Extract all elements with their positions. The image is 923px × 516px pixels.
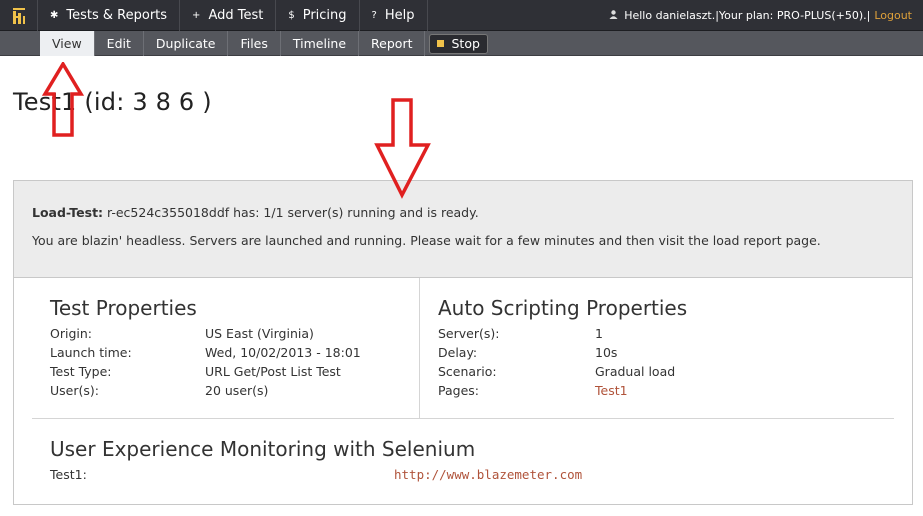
annotation-arrow-up-icon	[42, 62, 84, 137]
uem-title: User Experience Monitoring with Selenium	[50, 437, 476, 461]
property-key: User(s):	[50, 383, 99, 398]
tab-duplicate[interactable]: Duplicate	[144, 31, 229, 56]
page-link[interactable]: Test1	[595, 383, 628, 402]
nav-tests-reports[interactable]: ✱ Tests & Reports	[38, 0, 181, 31]
blazemeter-logo-icon[interactable]	[0, 0, 38, 31]
list-item: Origin: US East (Virginia)	[50, 326, 361, 345]
list-item: Launch time: Wed, 10/02/2013 - 18:01	[50, 345, 361, 364]
nav-tests-reports-label: Tests & Reports	[66, 8, 168, 23]
status-box: Load-Test: r-ec524c355018ddf has: 1/1 se…	[14, 181, 912, 278]
property-key: Delay:	[438, 345, 478, 360]
list-item: Delay: 10s	[438, 345, 675, 364]
tab-files[interactable]: Files	[228, 31, 281, 56]
user-plan: |Your plan: PRO-PLUS(+50).|	[715, 9, 871, 22]
auto-scripting-title: Auto Scripting Properties	[438, 296, 688, 320]
list-item: Server(s): 1	[438, 326, 675, 345]
tab-report[interactable]: Report	[359, 31, 426, 56]
main-nav: ✱ Tests & Reports + Add Test $ Pricing ?…	[38, 0, 428, 31]
status-line-1: Load-Test: r-ec524c355018ddf has: 1/1 se…	[32, 205, 479, 220]
stop-label: Stop	[451, 36, 480, 51]
tab-edit[interactable]: Edit	[95, 31, 144, 56]
annotation-arrow-down-icon	[374, 98, 431, 199]
nav-pricing[interactable]: $ Pricing	[276, 0, 360, 31]
stop-wrap: Stop	[425, 31, 488, 56]
uem-label: Test1:	[50, 467, 87, 482]
home-icon: ✱	[50, 10, 59, 21]
test-properties-title: Test Properties	[50, 296, 197, 320]
section-divider	[32, 418, 894, 419]
test-actions-nav: View Edit Duplicate Files Timeline Repor…	[40, 31, 488, 56]
list-item: Pages: Test1	[438, 383, 675, 402]
property-key: Origin:	[50, 326, 92, 341]
top-navbar: ✱ Tests & Reports + Add Test $ Pricing ?…	[0, 0, 923, 31]
user-area: Hello danielaszt. |Your plan: PRO-PLUS(+…	[609, 0, 912, 31]
list-item: User(s): 20 user(s)	[50, 383, 361, 402]
property-key: Test Type:	[50, 364, 112, 379]
list-item: Scenario: Gradual load	[438, 364, 675, 383]
dollar-icon: $	[288, 10, 295, 21]
stop-icon	[437, 40, 445, 47]
user-greeting[interactable]: Hello danielaszt.	[624, 9, 715, 22]
logout-link[interactable]: Logout	[874, 9, 912, 22]
nav-pricing-label: Pricing	[302, 8, 347, 23]
auto-scripting-section: Auto Scripting Properties Server(s): 1 D…	[420, 278, 894, 418]
property-value: Gradual load	[595, 364, 676, 379]
property-key: Scenario:	[438, 364, 497, 379]
tab-timeline[interactable]: Timeline	[281, 31, 360, 56]
nav-help[interactable]: ? Help	[360, 0, 428, 31]
status-label: Load-Test:	[32, 205, 104, 220]
test-properties-section: Test Properties Origin: US East (Virgini…	[32, 278, 420, 418]
nav-add-test[interactable]: + Add Test	[180, 0, 277, 31]
property-value: Wed, 10/02/2013 - 18:01	[205, 345, 361, 360]
nav-help-label: Help	[384, 8, 415, 23]
test-properties-list: Origin: US East (Virginia) Launch time: …	[50, 326, 361, 402]
property-key: Pages:	[438, 383, 479, 398]
nav-add-test-label: Add Test	[208, 8, 264, 23]
property-value: US East (Virginia)	[205, 326, 314, 341]
property-value: 10s	[595, 345, 618, 360]
property-value: URL Get/Post List Test	[205, 364, 341, 379]
property-key: Launch time:	[50, 345, 132, 360]
question-icon: ?	[371, 10, 377, 21]
test-status-panel: Load-Test: r-ec524c355018ddf has: 1/1 se…	[13, 180, 913, 505]
tab-view[interactable]: View	[40, 31, 95, 56]
user-icon	[609, 9, 618, 22]
list-item: Test Type: URL Get/Post List Test	[50, 364, 361, 383]
property-value: 20 user(s)	[205, 383, 269, 398]
stop-button[interactable]: Stop	[429, 33, 488, 54]
sub-navbar: View Edit Duplicate Files Timeline Repor…	[0, 31, 923, 56]
property-key: Server(s):	[438, 326, 500, 341]
auto-scripting-list: Server(s): 1 Delay: 10s Scenario: Gradua…	[438, 326, 675, 402]
property-value: 1	[595, 326, 603, 341]
uem-url-link[interactable]: http://www.blazemeter.com	[394, 467, 582, 482]
status-line-2: You are blazin' headless. Servers are la…	[32, 233, 821, 248]
status-text: r-ec524c355018ddf has: 1/1 server(s) run…	[103, 205, 479, 220]
plus-icon: +	[192, 10, 201, 21]
